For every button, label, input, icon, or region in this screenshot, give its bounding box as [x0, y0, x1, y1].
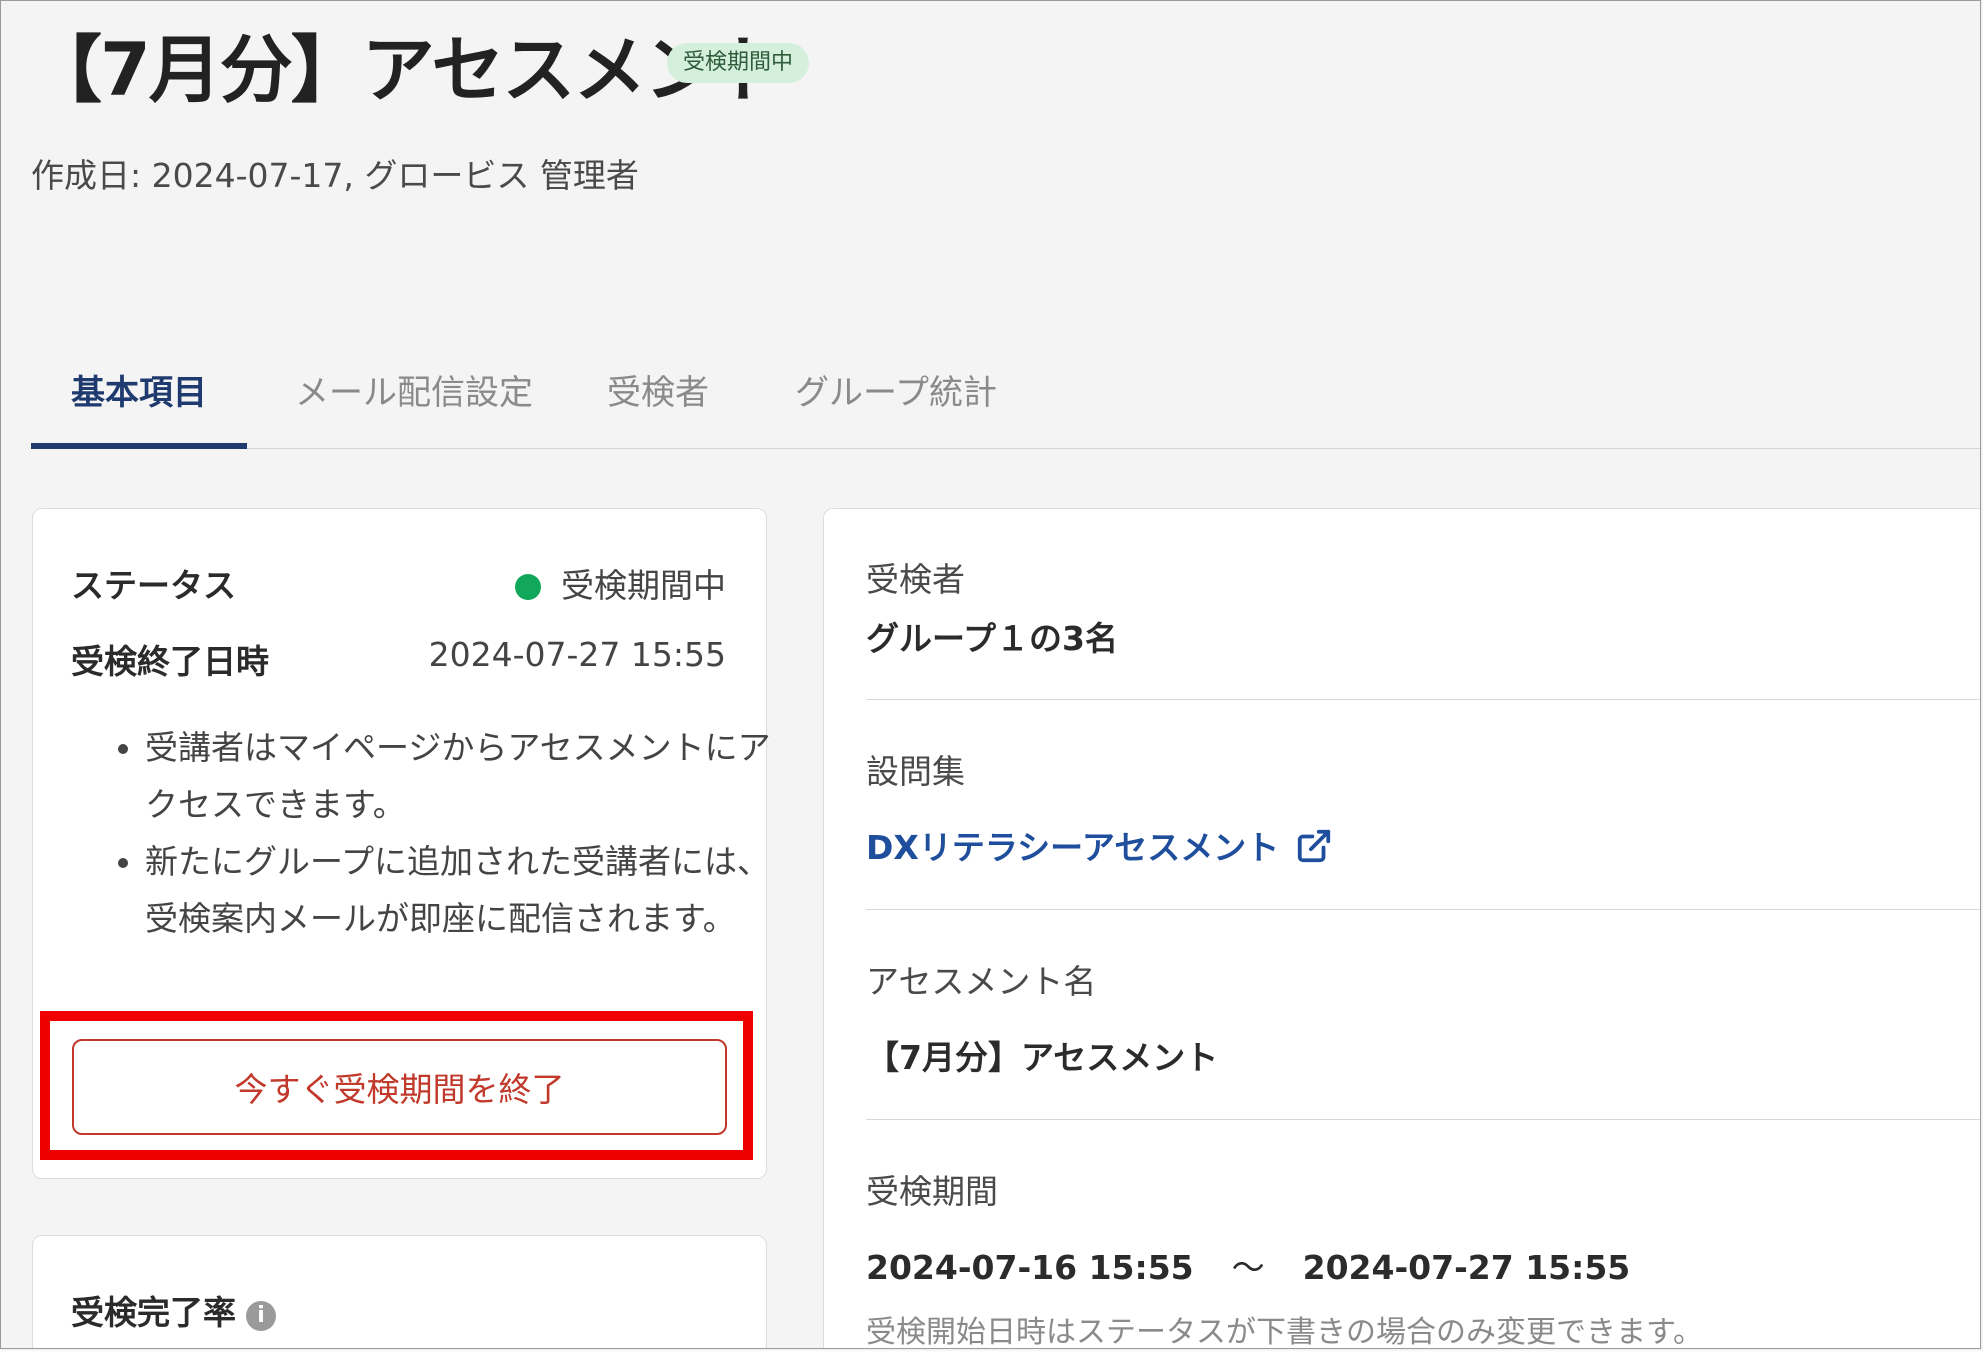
details-card: 受検者 グループ１の3名 設問集 DXリテラシーアセスメント アセスメント名 【… — [823, 508, 1980, 1349]
tab-bar: 基本項目 メール配信設定 受検者 グループ統計 — [31, 366, 1980, 449]
period-end: 2024-07-27 15:55 — [1302, 1248, 1631, 1287]
question-set-link[interactable]: DXリテラシーアセスメント — [866, 828, 1279, 867]
divider — [866, 1119, 1980, 1120]
question-set-value: DXリテラシーアセスメント — [866, 821, 1333, 873]
status-value: 受検期間中 — [515, 559, 726, 607]
end-datetime-label: 受検終了日時 — [71, 642, 269, 681]
list-item: 新たにグループに追加された受講者には、受検案内メールが即座に配信されます。 — [145, 833, 785, 947]
divider — [866, 909, 1980, 910]
period-hint: 受検開始日時はステータスが下書きの場合のみ変更できます。 — [866, 1315, 1703, 1349]
examinees-label: 受検者 — [866, 560, 965, 599]
page-frame: 【7月分】アセスメント 受検期間中 作成日: 2024-07-17, グロービス… — [0, 0, 1981, 1349]
external-link-icon[interactable] — [1295, 827, 1333, 873]
status-badge: 受検期間中 — [667, 43, 810, 83]
tab-mail-settings[interactable]: メール配信設定 — [295, 366, 533, 448]
status-dot-icon — [515, 574, 541, 600]
assessment-name-label: アセスメント名 — [866, 962, 1097, 1001]
tab-examinees[interactable]: 受検者 — [607, 366, 709, 448]
created-meta: 作成日: 2024-07-17, グロービス 管理者 — [31, 156, 639, 195]
completion-label: 受検完了率 i — [71, 1286, 276, 1334]
status-value-text: 受検期間中 — [561, 566, 726, 605]
tab-group-stats[interactable]: グループ統計 — [795, 366, 997, 448]
completion-label-text: 受検完了率 — [71, 1293, 236, 1332]
period-separator: 〜 — [1231, 1248, 1265, 1287]
question-set-label: 設問集 — [866, 752, 965, 791]
period-start: 2024-07-16 15:55 — [866, 1248, 1194, 1287]
list-item: 受講者はマイページからアセスメントにアクセスできます。 — [145, 719, 785, 833]
end-period-button[interactable]: 今すぐ受検期間を終了 — [72, 1039, 727, 1135]
assessment-name-value: 【7月分】アセスメント — [866, 1038, 1219, 1077]
status-label: ステータス — [71, 566, 236, 605]
period-value: 2024-07-16 15:55 〜 2024-07-27 15:55 — [866, 1241, 1630, 1289]
period-label: 受検期間 — [866, 1172, 998, 1211]
info-icon[interactable]: i — [246, 1301, 276, 1331]
notes-list: 受講者はマイページからアセスメントにアクセスできます。 新たにグループに追加され… — [93, 719, 785, 947]
completion-card: 受検完了率 i — [32, 1235, 767, 1348]
end-datetime-value: 2024-07-27 15:55 — [428, 635, 726, 674]
examinees-value: グループ１の3名 — [866, 619, 1118, 658]
status-card: ステータス 受検期間中 受検終了日時 2024-07-27 15:55 受講者は… — [32, 508, 771, 1179]
divider — [866, 699, 1980, 700]
tab-basic[interactable]: 基本項目 — [31, 366, 247, 449]
